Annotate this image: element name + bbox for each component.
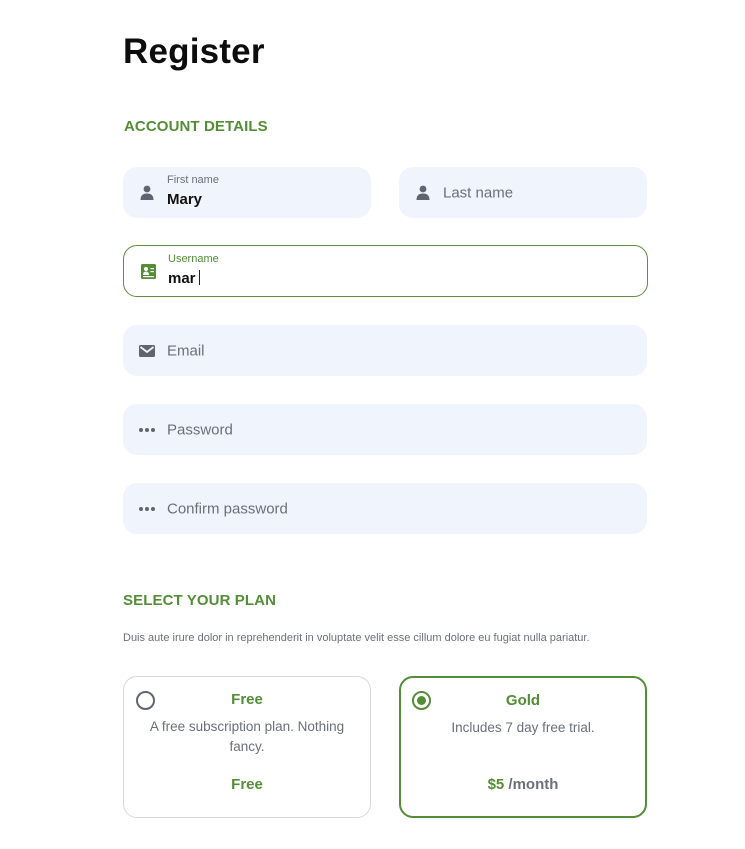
plan-card-gold[interactable]: Gold Includes 7 day free trial. $5 /mont… <box>399 676 647 818</box>
account-details-heading: ACCOUNT DETAILS <box>124 118 268 135</box>
first-name-field[interactable]: First name Mary <box>123 167 371 218</box>
plan-price: Free <box>124 776 370 793</box>
confirm-password-field[interactable]: Confirm password <box>123 483 647 534</box>
email-placeholder: Email <box>167 342 205 359</box>
plan-price-amount: $5 <box>487 776 505 793</box>
dots-icon <box>139 422 155 438</box>
envelope-icon <box>139 343 155 359</box>
first-name-value[interactable]: Mary <box>167 191 202 208</box>
page-title: Register <box>123 32 265 71</box>
plan-card-free[interactable]: Free A free subscription plan. Nothing f… <box>123 676 371 818</box>
last-name-placeholder: Last name <box>443 184 514 201</box>
text-caret <box>198 270 200 285</box>
plan-card-description: A free subscription plan. Nothing fancy. <box>149 719 345 754</box>
username-field[interactable]: Username mar <box>123 245 648 297</box>
plan-description: Duis aute irure dolor in reprehenderit i… <box>123 632 590 644</box>
select-plan-heading: SELECT YOUR PLAN <box>123 592 277 609</box>
password-placeholder: Password <box>167 421 233 438</box>
email-field[interactable]: Email <box>123 325 647 376</box>
plan-price-period: /month <box>508 776 559 793</box>
username-input[interactable]: mar <box>168 270 200 287</box>
first-name-label: First name <box>167 174 219 186</box>
user-icon <box>139 185 155 201</box>
last-name-field[interactable]: Last name <box>399 167 647 218</box>
user-icon <box>415 185 431 201</box>
plan-card-description: Includes 7 day free trial. <box>451 720 595 735</box>
confirm-password-placeholder: Confirm password <box>167 500 288 517</box>
id-card-icon <box>140 263 156 279</box>
plan-name: Free <box>231 691 263 708</box>
username-value: mar <box>168 270 196 287</box>
username-label: Username <box>168 253 219 265</box>
password-field[interactable]: Password <box>123 404 647 455</box>
dots-icon <box>139 501 155 517</box>
plan-price-amount: Free <box>231 776 263 793</box>
plan-price: $5 /month <box>401 776 645 793</box>
plan-name: Gold <box>505 692 541 709</box>
